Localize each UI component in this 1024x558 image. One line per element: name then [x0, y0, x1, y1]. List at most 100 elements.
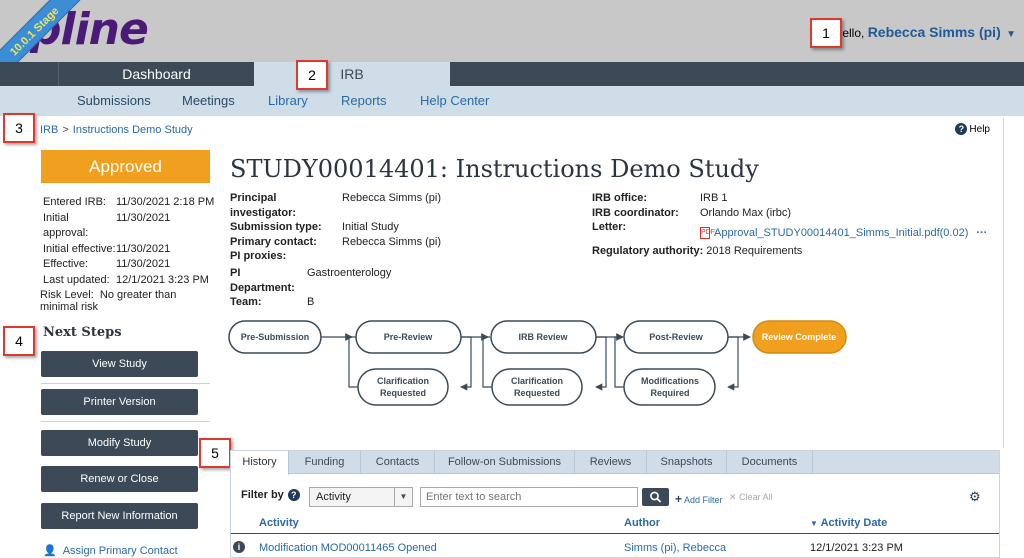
breadcrumb-current[interactable]: Instructions Demo Study	[73, 124, 193, 136]
app-header: pline 10.0.1 Stage Hello, Rebecca Simms …	[0, 0, 1024, 82]
plus-icon: +	[675, 492, 683, 506]
step-label: Review Complete	[762, 332, 837, 342]
department-details: PI Department: Gastroenterology Team: B	[230, 266, 391, 310]
question-icon[interactable]: ?	[287, 489, 300, 501]
search-button[interactable]	[642, 488, 669, 506]
tab-reviews[interactable]: Reviews	[575, 451, 647, 474]
tab-funding[interactable]: Funding	[289, 451, 361, 474]
chevron-down-icon[interactable]: ▼	[1006, 29, 1016, 40]
workflow-step: Pre-Submission	[228, 320, 322, 354]
chevron-down-icon[interactable]: ▼	[394, 488, 412, 506]
add-filter-button[interactable]: + Add Filter	[675, 492, 723, 506]
risk-level: Risk Level: No greater than minimal risk	[40, 289, 210, 313]
study-details-left: Principal investigator: Rebecca Simms (pi…	[230, 191, 441, 264]
filter-select[interactable]: Activity ▼	[309, 487, 413, 507]
modify-study-button[interactable]: Modify Study	[41, 430, 198, 456]
info-icon[interactable]: i	[233, 541, 245, 553]
date-row: Effective: 11/30/2021	[43, 257, 214, 273]
workflow-step: Post-Review	[623, 320, 729, 354]
divider	[41, 421, 210, 422]
workflow-loop-step: Modifications Required	[623, 368, 716, 406]
column-header-author[interactable]: Author	[624, 517, 660, 529]
column-header-activity-date[interactable]: ▼ Activity Date	[810, 517, 887, 529]
clear-all-button[interactable]: ✕ Clear All	[729, 492, 773, 503]
more-options-icon[interactable]: ···	[976, 227, 987, 239]
user-name-link[interactable]: Rebecca Simms (pi)	[868, 24, 1001, 40]
loop-label-line1: Clarification	[511, 376, 563, 386]
view-study-button[interactable]: View Study	[41, 351, 198, 377]
main-nav: Dashboard IRB	[0, 62, 1024, 86]
tab-documents[interactable]: Documents	[727, 451, 813, 474]
detail-value: Rebecca Simms (pi)	[342, 192, 442, 204]
workflow-loop-step: Clarification Requested	[357, 368, 449, 406]
column-header-activity-date-label[interactable]: Activity Date	[821, 517, 888, 529]
status-badge: Approved	[41, 150, 210, 183]
callout-4: 4	[3, 326, 35, 356]
detail-value: Orlando Max (irbc)	[700, 206, 792, 219]
clear-all-label[interactable]: Clear All	[739, 492, 773, 502]
filter-by-text: Filter by	[241, 489, 284, 501]
report-new-information-button[interactable]: Report New Information	[41, 503, 198, 529]
activity-link[interactable]: Modification MOD00011465 Opened	[259, 542, 437, 554]
subnav-reports[interactable]: Reports	[341, 93, 387, 108]
loop-connector	[727, 336, 739, 391]
user-greeting[interactable]: Hello, Rebecca Simms (pi) ▼	[834, 24, 1016, 40]
tab-contacts[interactable]: Contacts	[361, 451, 435, 474]
gear-icon[interactable]: ⚙	[969, 489, 981, 505]
workflow-diagram: Pre-Submission Pre-Review IRB Review Pos…	[228, 320, 847, 406]
breadcrumb-separator: >	[62, 124, 69, 136]
subnav-help-center[interactable]: Help Center	[420, 93, 489, 108]
breadcrumb-irb[interactable]: IRB	[40, 124, 58, 136]
date-label: Last updated:	[43, 273, 110, 286]
loop-label-line2: Required	[650, 388, 689, 398]
tab-irb[interactable]: IRB	[254, 62, 450, 86]
help-link[interactable]: ? Help	[955, 123, 990, 135]
history-panel: History Funding Contacts Follow-on Submi…	[230, 450, 1000, 558]
detail-label: Team:	[230, 296, 262, 308]
tab-follow-on-submissions[interactable]: Follow-on Submissions	[435, 451, 575, 474]
renew-or-close-button[interactable]: Renew or Close	[41, 466, 198, 492]
letter-row: Letter: PDFApproval_STUDY00014401_Simms_I…	[592, 220, 987, 241]
printer-version-button[interactable]: Printer Version	[41, 389, 198, 415]
tab-dashboard[interactable]: Dashboard	[58, 62, 254, 86]
assign-label[interactable]: Assign Primary Contact	[63, 545, 178, 557]
subnav-meetings[interactable]: Meetings	[182, 93, 235, 108]
letter-file-link[interactable]: Approval_STUDY00014401_Simms_Initial.pdf…	[714, 227, 968, 239]
callout-5: 5	[199, 438, 231, 468]
detail-value: IRB 1	[700, 192, 728, 204]
workflow-loop-step: Clarification Requested	[491, 368, 583, 406]
reg-value: 2018 Requirements	[706, 245, 803, 257]
subnav-submissions[interactable]: Submissions	[77, 93, 151, 108]
help-label[interactable]: Help	[969, 124, 990, 135]
tab-history[interactable]: History	[231, 451, 289, 475]
question-icon[interactable]: ?	[955, 123, 968, 135]
date-value: 11/30/2021	[116, 258, 171, 270]
detail-value: Initial Study	[342, 221, 399, 233]
page-title: STUDY00014401: Instructions Demo Study	[230, 155, 759, 183]
assign-primary-contact-link[interactable]: 👤 Assign Primary Contact	[43, 544, 178, 557]
detail-label: IRB office:	[592, 192, 647, 204]
subnav-library[interactable]: Library	[268, 93, 308, 108]
tab-snapshots[interactable]: Snapshots	[647, 451, 727, 474]
detail-label: Primary contact:	[230, 235, 317, 248]
date-row: Last updated: 12/1/2021 3:23 PM	[43, 273, 214, 289]
callout-3: 3	[3, 113, 35, 143]
search-icon	[650, 491, 661, 503]
study-details-right: IRB office: IRB 1 IRB coordinator: Orlando…	[592, 191, 987, 241]
add-user-icon: 👤	[43, 545, 57, 557]
sort-desc-icon[interactable]: ▼	[810, 519, 818, 528]
date-value: 11/30/2021	[116, 211, 171, 224]
date-label: Initial approval:	[43, 211, 89, 240]
detail-row: Submission type: Initial Study	[230, 220, 441, 235]
add-filter-label[interactable]: Add Filter	[684, 495, 723, 505]
search-input[interactable]	[420, 487, 638, 507]
detail-row: PI proxies:	[230, 249, 441, 264]
tab-bar: History Funding Contacts Follow-on Submi…	[231, 451, 999, 475]
letter-link-wrap[interactable]: PDFApproval_STUDY00014401_Simms_Initial.…	[700, 220, 987, 241]
content-divider	[1003, 118, 1004, 448]
workflow-step-active: Review Complete	[752, 320, 847, 354]
column-header-activity[interactable]: Activity	[259, 517, 299, 529]
date-value: 11/30/2021	[116, 242, 171, 255]
author-link[interactable]: Simms (pi), Rebecca	[624, 542, 726, 554]
detail-label: PI proxies:	[230, 250, 287, 262]
